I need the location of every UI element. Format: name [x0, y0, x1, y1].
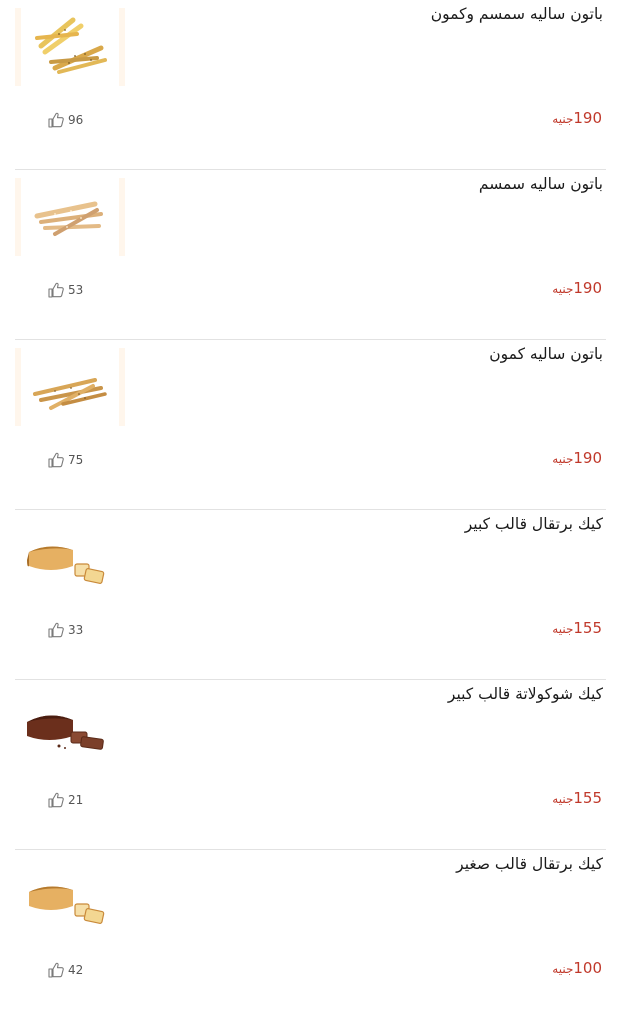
product-name[interactable]: باتون ساليه سمسم: [183, 175, 603, 193]
product-name[interactable]: كيك شوكولاتة قالب كبير: [183, 685, 603, 703]
product-image[interactable]: [15, 8, 125, 86]
price-amount: 155: [573, 789, 602, 807]
thumbs-up-icon: [47, 112, 68, 128]
like-count: 96: [68, 113, 84, 127]
price-currency: جنيه: [552, 112, 574, 126]
thumbs-up-icon: [47, 452, 68, 468]
product-image[interactable]: [15, 688, 125, 766]
product-price: 190جنيه: [552, 448, 602, 469]
like-count: 42: [68, 963, 84, 977]
price-currency: جنيه: [552, 622, 574, 636]
product-card[interactable]: باتون ساليه سمسم وكمون 190جنيه 96: [15, 0, 606, 170]
product-price: 155جنيه: [552, 618, 602, 639]
price-amount: 155: [573, 619, 602, 637]
like-count: 75: [68, 453, 84, 467]
like-button[interactable]: 53: [47, 282, 83, 298]
product-card[interactable]: كيك برتقال قالب صغير 100جنيه 42: [15, 850, 606, 1020]
product-name[interactable]: باتون ساليه كمون: [183, 345, 603, 363]
price-currency: جنيه: [552, 452, 574, 466]
product-price: 155جنيه: [552, 788, 602, 809]
product-card[interactable]: باتون ساليه كمون 190جنيه 75: [15, 340, 606, 510]
product-price: 190جنيه: [552, 278, 602, 299]
price-amount: 100: [573, 959, 602, 977]
thumbs-up-icon: [47, 792, 68, 808]
price-currency: جنيه: [552, 792, 574, 806]
product-name[interactable]: كيك برتقال قالب صغير: [183, 855, 603, 873]
like-button[interactable]: 42: [47, 962, 83, 978]
price-currency: جنيه: [552, 962, 574, 976]
like-button[interactable]: 33: [47, 622, 83, 638]
like-button[interactable]: 75: [47, 452, 83, 468]
product-image[interactable]: [15, 348, 125, 426]
thumbs-up-icon: [47, 282, 68, 298]
like-button[interactable]: 96: [47, 112, 83, 128]
product-card[interactable]: كيك برتقال قالب كبير 155جنيه 33: [15, 510, 606, 680]
product-list: باتون ساليه سمسم وكمون 190جنيه 96 باتون …: [0, 0, 626, 997]
product-price: 100جنيه: [552, 958, 602, 979]
product-image[interactable]: [15, 858, 125, 936]
like-count: 33: [68, 623, 84, 637]
like-button[interactable]: 21: [47, 792, 83, 808]
product-price: 190جنيه: [552, 108, 602, 129]
product-image[interactable]: [15, 518, 125, 596]
price-currency: جنيه: [552, 282, 574, 296]
like-count: 21: [68, 793, 84, 807]
thumbs-up-icon: [47, 962, 68, 978]
price-amount: 190: [573, 449, 602, 467]
thumbs-up-icon: [47, 622, 68, 638]
product-name[interactable]: كيك برتقال قالب كبير: [183, 515, 603, 533]
product-name[interactable]: باتون ساليه سمسم وكمون: [183, 5, 603, 23]
product-card[interactable]: كيك شوكولاتة قالب كبير 155جنيه 21: [15, 680, 606, 850]
price-amount: 190: [573, 279, 602, 297]
product-card[interactable]: باتون ساليه سمسم 190جنيه 53: [15, 170, 606, 340]
price-amount: 190: [573, 109, 602, 127]
like-count: 53: [68, 283, 84, 297]
product-image[interactable]: [15, 178, 125, 256]
